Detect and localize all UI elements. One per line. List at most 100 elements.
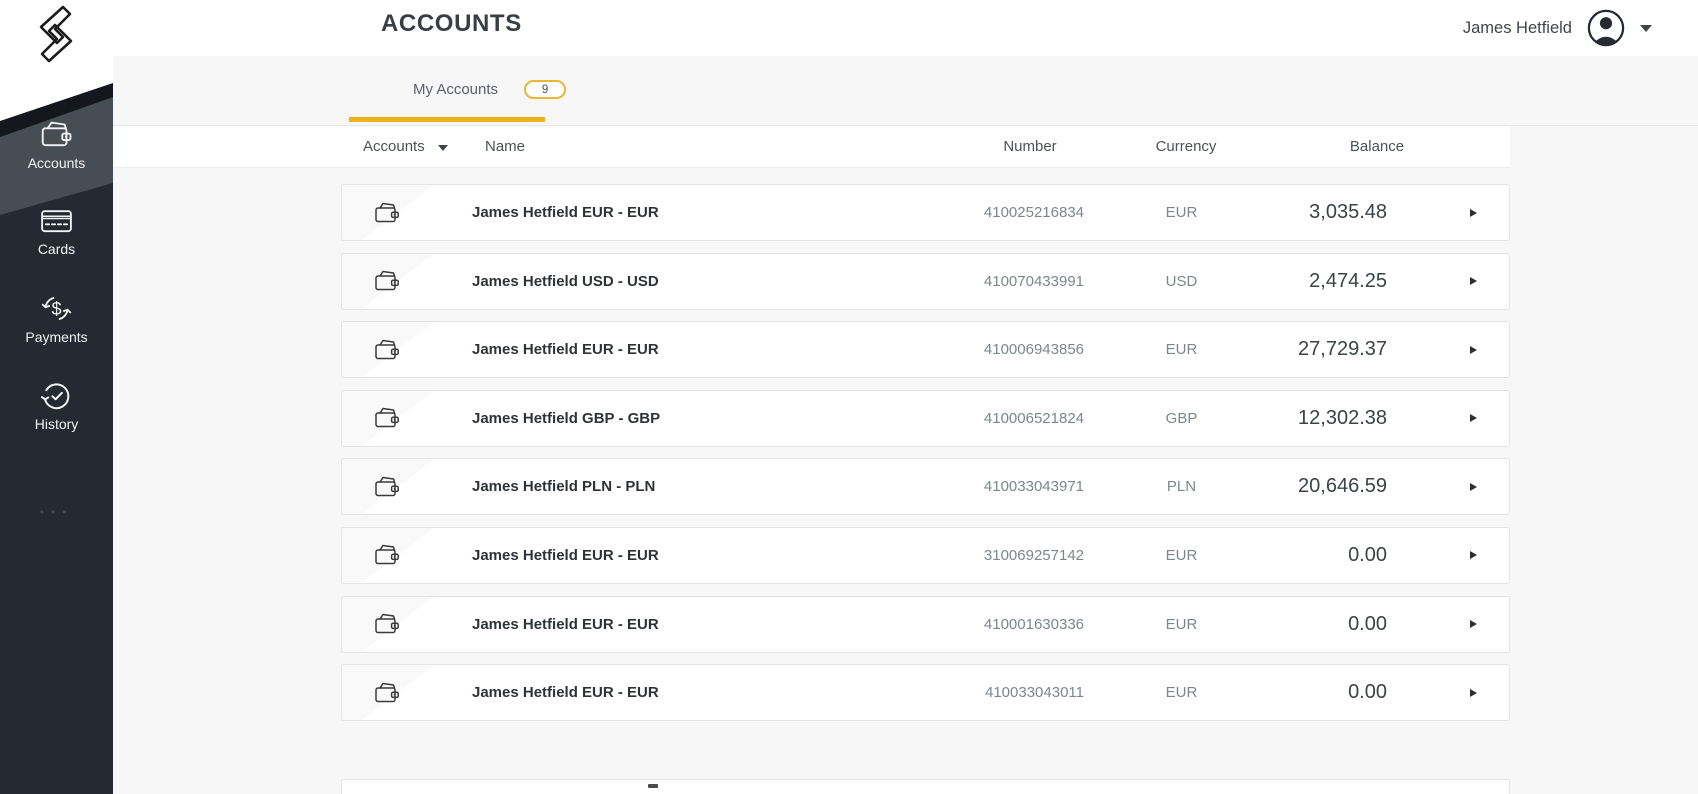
account-number: 410025216834 (983, 204, 1084, 221)
tab-my-accounts[interactable]: My Accounts 9 (413, 80, 567, 99)
user-menu[interactable]: James Hetfield (1463, 0, 1652, 56)
row-open-cell[interactable] (1389, 345, 1509, 354)
sidebar-item-label: Payments (25, 329, 88, 345)
account-name: James Hetfield EUR - EUR (472, 615, 659, 633)
sidebar-item-accounts[interactable]: Accounts (0, 117, 113, 171)
account-number: 410006521824 (983, 409, 1084, 427)
column-header-currency: Currency (1155, 138, 1217, 155)
chevron-right-icon (1470, 620, 1477, 629)
sidebar-item-label: History (34, 416, 79, 432)
column-header-balance: Balance (1349, 138, 1405, 155)
table-row[interactable]: James Hetfield GBP - GBP 410006521824 GB… (341, 389, 1510, 447)
sidebar: Accounts Cards Payments History ••• (0, 0, 113, 794)
account-name: James Hetfield EUR - EUR (472, 204, 659, 221)
history-clock-icon (39, 378, 74, 413)
account-currency: EUR (1165, 204, 1198, 221)
account-icon-cell (342, 610, 432, 638)
account-icon-cell (342, 267, 432, 295)
table-row-partial[interactable] (341, 779, 1510, 794)
table-row[interactable]: James Hetfield EUR - EUR 410025216834 EU… (341, 184, 1510, 241)
table-row[interactable]: James Hetfield USD - USD 410070433991 US… (341, 252, 1510, 310)
wallet-icon (373, 610, 401, 638)
account-icon-cell (342, 679, 432, 707)
account-icon-cell (342, 473, 432, 501)
table-row[interactable]: James Hetfield EUR - EUR 410006943856 EU… (341, 321, 1510, 379)
account-icon-cell (342, 541, 432, 569)
account-balance: 3,035.48 (1309, 201, 1387, 223)
account-currency: EUR (1165, 546, 1198, 564)
chevron-right-icon (1470, 551, 1477, 560)
row-open-cell[interactable] (1389, 277, 1509, 286)
account-balance: 0.00 (1348, 612, 1387, 635)
account-number: 410001630336 (983, 615, 1084, 633)
column-header-number: Number (1003, 138, 1057, 155)
account-currency: USD (1165, 272, 1198, 290)
currency-exchange-icon (39, 291, 74, 326)
account-balance: 0.00 (1348, 681, 1387, 704)
account-icon-cell (342, 336, 432, 364)
table-row[interactable]: James Hetfield EUR - EUR 410001630336 EU… (341, 595, 1510, 653)
wallet-icon (39, 117, 74, 152)
top-bar: ACCOUNTS James Hetfield (113, 0, 1698, 56)
account-number: 310069257142 (983, 546, 1084, 564)
wallet-icon (373, 404, 401, 432)
row-open-cell[interactable] (1389, 414, 1509, 423)
wallet-icon (373, 541, 401, 569)
app-logo-icon[interactable] (25, 3, 87, 65)
row-open-cell[interactable] (1389, 688, 1509, 697)
chevron-right-icon (1470, 208, 1477, 217)
table-row[interactable]: James Hetfield EUR - EUR 310069257142 EU… (341, 526, 1510, 584)
sidebar-item-history[interactable]: History (0, 378, 113, 432)
table-row[interactable]: James Hetfield PLN - PLN 410033043971 PL… (341, 458, 1510, 516)
account-currency: EUR (1165, 684, 1198, 702)
chevron-down-icon[interactable] (1640, 24, 1652, 32)
account-name: James Hetfield EUR - EUR (472, 341, 659, 359)
account-name: James Hetfield EUR - EUR (472, 546, 659, 564)
account-number: 410033043971 (983, 478, 1084, 496)
row-open-cell[interactable] (1389, 208, 1509, 217)
header-divider (1510, 125, 1698, 126)
sidebar-item-label: Cards (37, 241, 76, 257)
wallet-icon (373, 336, 401, 364)
row-open-cell[interactable] (1389, 620, 1509, 629)
accounts-filter-dropdown[interactable]: Accounts (363, 126, 448, 167)
tab-label: My Accounts (413, 81, 499, 98)
account-name: James Hetfield EUR - EUR (472, 684, 659, 702)
account-name: James Hetfield PLN - PLN (472, 478, 656, 496)
chevron-right-icon (1470, 277, 1477, 286)
account-number: 410006943856 (983, 341, 1084, 359)
accounts-list: James Hetfield EUR - EUR 410025216834 EU… (341, 184, 1510, 733)
table-row[interactable]: James Hetfield EUR - EUR 410033043011 EU… (341, 664, 1510, 722)
row-open-cell[interactable] (1389, 482, 1509, 491)
sidebar-item-payments[interactable]: Payments (0, 291, 113, 345)
account-currency: EUR (1165, 615, 1198, 633)
account-balance: 27,729.37 (1298, 338, 1387, 361)
wallet-icon (373, 679, 401, 707)
account-currency: GBP (1165, 409, 1198, 427)
account-icon-cell (342, 199, 432, 227)
table-header: Accounts Name Number Currency Balance (113, 125, 1510, 168)
row-open-cell[interactable] (1389, 551, 1509, 560)
account-name: James Hetfield GBP - GBP (472, 409, 661, 427)
app-window: Accounts Cards Payments History ••• ACCO… (0, 0, 1698, 794)
wallet-icon (373, 199, 401, 227)
chevron-right-icon (1470, 688, 1477, 697)
clipped-content-mark (648, 784, 658, 788)
page-title: ACCOUNTS (381, 10, 522, 37)
account-name: James Hetfield USD - USD (472, 272, 659, 290)
chevron-right-icon (1470, 482, 1477, 491)
wallet-icon (373, 267, 401, 295)
account-currency: PLN (1166, 478, 1197, 496)
account-balance: 20,646.59 (1298, 475, 1387, 498)
chevron-right-icon (1470, 345, 1477, 354)
avatar-icon[interactable] (1587, 9, 1625, 47)
accounts-count-badge: 9 (524, 80, 567, 99)
account-balance: 12,302.38 (1298, 406, 1387, 429)
credit-card-icon (39, 203, 74, 238)
chevron-down-icon (437, 144, 448, 151)
sidebar-item-cards[interactable]: Cards (0, 203, 113, 257)
account-currency: EUR (1165, 341, 1198, 359)
account-number: 410070433991 (983, 272, 1084, 290)
sidebar-faded-dots: ••• (39, 505, 74, 519)
column-header-name: Name (485, 138, 526, 155)
